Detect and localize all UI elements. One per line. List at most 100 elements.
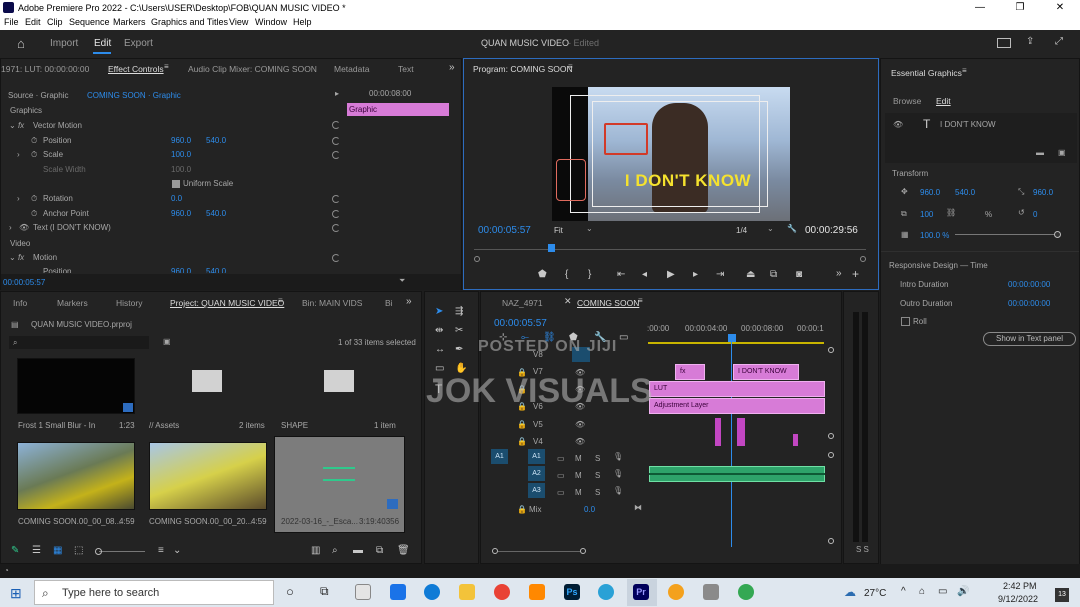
close-tab-icon[interactable]: ✕: [564, 296, 572, 307]
pencil-icon[interactable]: ✎: [11, 545, 19, 556]
marker-icon[interactable]: ⬟: [538, 269, 547, 280]
tab-naz[interactable]: NAZ_4971: [502, 298, 543, 308]
solo-icon[interactable]: S: [595, 488, 600, 497]
motion-position-y[interactable]: 540.0: [206, 267, 226, 273]
mix-value[interactable]: 0.0: [584, 505, 595, 514]
track-select-icon[interactable]: ⇶: [455, 306, 463, 317]
icon-view-icon[interactable]: ▦: [53, 545, 62, 556]
prop-position-x[interactable]: 960.0: [171, 136, 191, 145]
expand-chevron-icon[interactable]: ›: [17, 150, 20, 159]
weather-temp[interactable]: 27°C: [864, 588, 886, 599]
resolution-dropdown[interactable]: 1/4: [736, 226, 747, 235]
prop-rotation-value[interactable]: 0.0: [171, 194, 182, 203]
panel-menu-icon[interactable]: ≡: [638, 296, 643, 305]
program-scrub-bar[interactable]: [474, 249, 866, 250]
telegram-icon[interactable]: [598, 584, 614, 600]
eg-opacity[interactable]: 100.0 %: [920, 231, 949, 240]
reset-icon[interactable]: [332, 224, 340, 232]
panel-menu-icon[interactable]: ≡: [568, 62, 573, 71]
video-frame[interactable]: I DON'T KNOW: [552, 87, 790, 221]
tab-audio-clip-mixer[interactable]: Audio Clip Mixer: COMING SOON: [188, 64, 317, 74]
tab-text[interactable]: Text: [398, 64, 414, 74]
folder-icon[interactable]: ▬: [1036, 148, 1044, 157]
tab-history[interactable]: History: [116, 298, 142, 308]
reset-icon[interactable]: [332, 254, 340, 262]
play-clip-icon[interactable]: ▸: [335, 89, 339, 98]
menu-view[interactable]: View: [229, 17, 248, 27]
clip-adjustment[interactable]: Adjustment Layer: [649, 398, 825, 414]
link-icon[interactable]: ⛓: [946, 208, 956, 217]
outro-value[interactable]: 00:00:00:00: [1008, 299, 1050, 308]
app-icon[interactable]: [668, 584, 684, 600]
menu-clip[interactable]: Clip: [47, 17, 63, 27]
panel-menu-icon[interactable]: ≡: [962, 66, 967, 75]
zoom-slider-handle[interactable]: [95, 548, 102, 555]
mark-in-icon[interactable]: {: [565, 269, 568, 280]
menu-edit[interactable]: Edit: [25, 17, 41, 27]
clock-time[interactable]: 2:42 PM: [1003, 581, 1037, 591]
eg-anchor[interactable]: 960.0: [1033, 188, 1053, 197]
step-forward-icon[interactable]: ▸: [693, 269, 698, 280]
mark-out-icon[interactable]: }: [588, 269, 591, 280]
ripple-edit-icon[interactable]: ⇹: [435, 325, 443, 336]
chrome-icon[interactable]: [494, 584, 510, 600]
list-view-icon[interactable]: ☰: [32, 545, 41, 556]
slip-icon[interactable]: ↔: [435, 344, 445, 355]
expand-panels-icon[interactable]: »: [449, 62, 455, 73]
thumb-assets[interactable]: [149, 358, 267, 414]
scroll-handle-icon[interactable]: [474, 256, 480, 262]
track-label-a2[interactable]: A2: [528, 466, 545, 481]
share-icon[interactable]: ⇪: [1026, 36, 1034, 47]
captions-icon[interactable]: ▭: [619, 332, 628, 343]
weather-icon[interactable]: ☁: [844, 585, 856, 599]
ec-timecode[interactable]: 00:00:05:57: [3, 278, 45, 287]
minimize-icon[interactable]: —: [960, 0, 1000, 16]
reset-icon[interactable]: [332, 137, 340, 145]
solo-icon[interactable]: S: [595, 471, 600, 480]
vlc-icon[interactable]: [529, 584, 545, 600]
clock-date[interactable]: 9/12/2022: [998, 594, 1038, 604]
menu-sequence[interactable]: Sequence: [69, 17, 110, 27]
menu-markers[interactable]: Markers: [113, 17, 146, 27]
expand-panels-icon[interactable]: »: [406, 296, 412, 307]
panel-menu-icon[interactable]: ≡: [278, 296, 283, 305]
playhead-icon[interactable]: [728, 334, 736, 342]
essential-graphics-tab[interactable]: Essential Graphics: [891, 68, 962, 78]
chrome-profile-icon[interactable]: [738, 584, 754, 600]
menu-file[interactable]: File: [4, 17, 19, 27]
automate-icon[interactable]: ▥: [311, 545, 320, 556]
chevron-down-icon[interactable]: ⌄: [767, 224, 774, 233]
tab-eg-edit[interactable]: Edit: [936, 96, 951, 106]
trash-icon[interactable]: 🗑: [397, 545, 410, 556]
lock-icon[interactable]: 🔒: [517, 420, 527, 429]
lift-icon[interactable]: ⏏: [746, 269, 755, 280]
uniform-scale-checkbox[interactable]: [172, 180, 180, 188]
mic-icon[interactable]: 🎙: [613, 452, 623, 461]
volume-icon[interactable]: 🔊: [957, 586, 969, 597]
add-button-icon[interactable]: +: [852, 267, 859, 281]
go-to-out-icon[interactable]: ⇥: [716, 269, 724, 280]
source-patch-a1[interactable]: A1: [491, 449, 508, 464]
intro-value[interactable]: 00:00:00:00: [1008, 280, 1050, 289]
chevron-down-icon[interactable]: ⌄: [173, 545, 181, 556]
store-icon[interactable]: [355, 584, 371, 600]
tab-edit[interactable]: Edit: [94, 38, 111, 49]
clip-text[interactable]: I DON'T KNOW: [733, 364, 799, 380]
play-icon[interactable]: ▶: [667, 269, 675, 280]
timeline-timecode[interactable]: 00:00:05:57: [494, 318, 547, 329]
scroll-handle-icon[interactable]: [828, 452, 834, 458]
stopwatch-icon[interactable]: ⏱: [31, 194, 37, 204]
chevron-down-icon[interactable]: ⌄: [586, 224, 593, 233]
expand-chevron-icon[interactable]: ›: [17, 194, 20, 203]
thumb-frost[interactable]: [17, 358, 135, 414]
home-icon[interactable]: ⌂: [17, 36, 25, 51]
step-back-icon[interactable]: ◂: [642, 269, 647, 280]
program-timecode[interactable]: 00:00:05:57: [478, 225, 531, 236]
stopwatch-icon[interactable]: ⏱: [31, 209, 37, 219]
selection-tool-icon[interactable]: ➤: [435, 306, 443, 317]
roll-checkbox[interactable]: [901, 317, 910, 326]
fit-dropdown[interactable]: Fit: [554, 226, 563, 235]
new-layer-icon[interactable]: ▣: [1058, 148, 1066, 157]
filter-icon[interactable]: ⏷: [399, 276, 405, 286]
vector-motion-toggle[interactable]: ⌄ fx: [9, 121, 24, 130]
